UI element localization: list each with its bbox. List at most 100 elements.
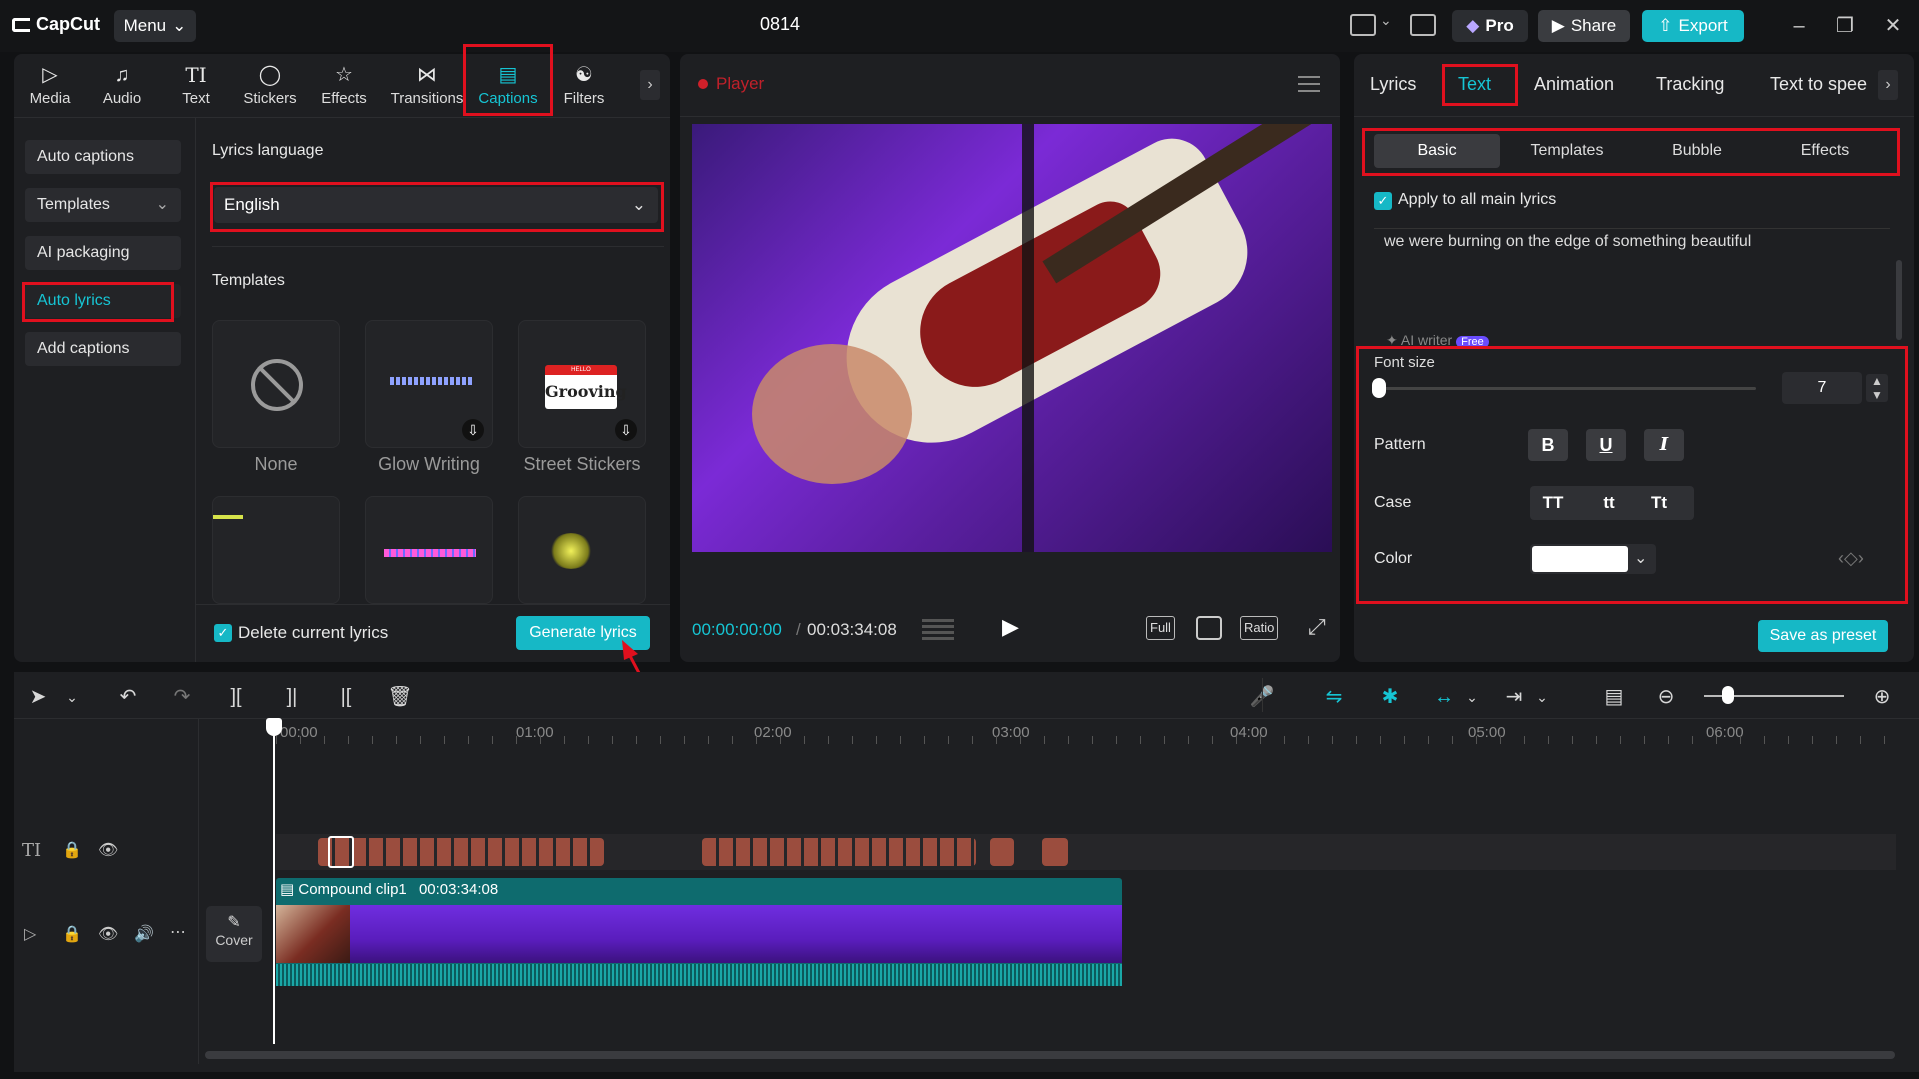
media-icon: ▷ [38,64,62,86]
total-time: 00:03:34:08 [807,620,897,640]
lyric-clip-group[interactable] [702,838,976,866]
playhead-handle[interactable] [266,718,282,736]
zoom-out-icon[interactable]: ⊖ [1652,683,1680,711]
close-icon[interactable]: ✕ [1878,12,1908,40]
preview-axis-icon[interactable]: ⇥ [1500,683,1528,711]
template-thumb-4[interactable] [212,496,340,604]
keyboard-icon[interactable] [1410,14,1436,36]
lyric-clip-group[interactable] [318,838,604,866]
lyrics-language-label: Lyrics language [212,142,323,160]
sidebar-item-auto-captions[interactable]: Auto captions [25,140,181,174]
sidebar-item-ai-packaging[interactable]: AI packaging [25,236,181,270]
tab-label: Audio [103,90,141,107]
tab-text-to-speech[interactable]: Text to spee [1770,74,1867,95]
cover-label: Cover [206,932,262,948]
lyric-text-input[interactable]: we were burning on the edge of something… [1374,228,1890,348]
toolbar-divider [1262,678,1263,712]
template-label: Glow Writing [354,454,504,475]
linkage-icon[interactable]: ↔ [1430,683,1458,711]
effects-icon: ☆ [332,64,356,86]
transitions-icon: ⋈ [415,64,439,86]
waveform-icon[interactable] [922,618,954,640]
tab-media[interactable]: ▷ Media [14,62,86,114]
split-right-icon[interactable]: |[ [332,683,360,711]
tab-transitions[interactable]: ⋈ Transitions [386,62,468,114]
split-left-icon[interactable]: ]| [278,683,306,711]
download-icon[interactable]: ⇩ [462,419,484,441]
layout-icon[interactable] [1350,14,1376,36]
apply-all-checkbox[interactable]: ✓ [1374,192,1392,210]
playhead[interactable] [273,718,275,1044]
tabs-scroll-right-icon[interactable]: › [1878,70,1898,100]
player-menu-icon[interactable] [1298,76,1320,92]
tab-animation[interactable]: Animation [1534,74,1614,95]
chevron-down-icon[interactable]: ⌄ [58,683,86,711]
tab-stickers[interactable]: ◯ Stickers [234,62,306,114]
eye-icon[interactable]: 👁 [98,840,118,860]
minimize-icon[interactable]: – [1784,12,1814,40]
export-button[interactable]: ⇧ Export [1642,10,1744,42]
filters-icon: ☯ [572,64,596,86]
template-thumb-6[interactable] [518,496,646,604]
select-tool-icon[interactable]: ➤ [24,683,52,711]
split-icon[interactable]: ][ [222,683,250,711]
maximize-icon[interactable]: ❐ [1830,12,1860,40]
highlight-text-tab [1442,64,1518,106]
timeline-scrollbar[interactable] [205,1051,1895,1059]
delete-icon[interactable]: 🗑 [386,683,414,711]
cover-button[interactable]: ✎ Cover [206,906,262,962]
share-button[interactable]: ▶ Share [1538,10,1630,42]
export-icon: ⇧ [1658,16,1672,36]
selected-lyric-clip[interactable] [328,836,354,868]
sidebar-item-templates[interactable]: Templates ⌄ [25,188,181,222]
inspector-scrollbar[interactable] [1896,260,1902,340]
tab-filters[interactable]: ☯ Filters [548,62,620,114]
full-button[interactable]: Full [1146,616,1175,640]
save-as-preset-button[interactable]: Save as preset [1758,620,1888,652]
record-dot-icon [698,79,708,89]
chevron-down-icon[interactable]: ⌄ [1458,683,1486,711]
edit-icon: ✎ [206,912,262,932]
captions-track-icon[interactable]: ▤ [1600,683,1628,711]
tab-tracking[interactable]: Tracking [1656,74,1724,95]
auto-snapping-icon[interactable]: ✱ [1376,683,1404,711]
speaker-icon[interactable]: 🔊 [134,924,154,944]
ratio-button[interactable]: Ratio [1240,616,1278,640]
capcut-logo: CapCut [12,14,100,35]
undo-icon[interactable]: ↶ [114,683,142,711]
pro-button[interactable]: ◆ Pro [1452,10,1528,42]
menu-button[interactable]: Menu ⌄ [114,10,196,42]
play-icon[interactable]: ▶ [1002,614,1019,640]
eye-icon[interactable]: 👁 [98,924,118,944]
template-none[interactable] [212,320,340,448]
template-glow-writing[interactable]: ⇩ [365,320,493,448]
zoom-in-icon[interactable]: ⊕ [1868,683,1896,711]
fit-icon[interactable] [1196,616,1222,640]
clip-icon: ▤ [280,881,294,898]
tab-label: Text [182,90,210,107]
lyric-clip[interactable] [1042,838,1068,866]
delete-lyrics-checkbox[interactable]: ✓ [214,624,232,642]
lyric-clip[interactable] [990,838,1014,866]
lock-icon[interactable]: 🔒 [62,924,82,944]
chevron-down-icon[interactable]: ⌄ [1380,12,1392,29]
download-icon[interactable]: ⇩ [615,419,637,441]
tab-lyrics[interactable]: Lyrics [1370,74,1416,95]
tabs-scroll-right-icon[interactable]: › [640,70,660,100]
template-label: None [201,454,351,475]
lock-icon[interactable]: 🔒 [62,840,82,860]
video-preview[interactable] [692,124,1332,552]
template-thumb-5[interactable] [365,496,493,604]
fullscreen-icon[interactable]: ⤢ [1308,614,1326,640]
chevron-down-icon[interactable]: ⌄ [1528,683,1556,711]
tab-text[interactable]: TI Text [160,62,232,114]
sidebar-item-add-captions[interactable]: Add captions [25,332,181,366]
redo-icon[interactable]: ↷ [168,683,196,711]
street-sticker-preview: HELLO Grooving [545,365,617,409]
tab-audio[interactable]: ♫ Audio [86,62,158,114]
template-street-stickers[interactable]: HELLO Grooving ⇩ [518,320,646,448]
main-track-magnet-icon[interactable]: ⇋ [1320,683,1348,711]
tab-effects[interactable]: ☆ Effects [308,62,380,114]
zoom-slider-handle[interactable] [1722,686,1734,704]
more-icon[interactable]: ⋯ [170,922,186,942]
